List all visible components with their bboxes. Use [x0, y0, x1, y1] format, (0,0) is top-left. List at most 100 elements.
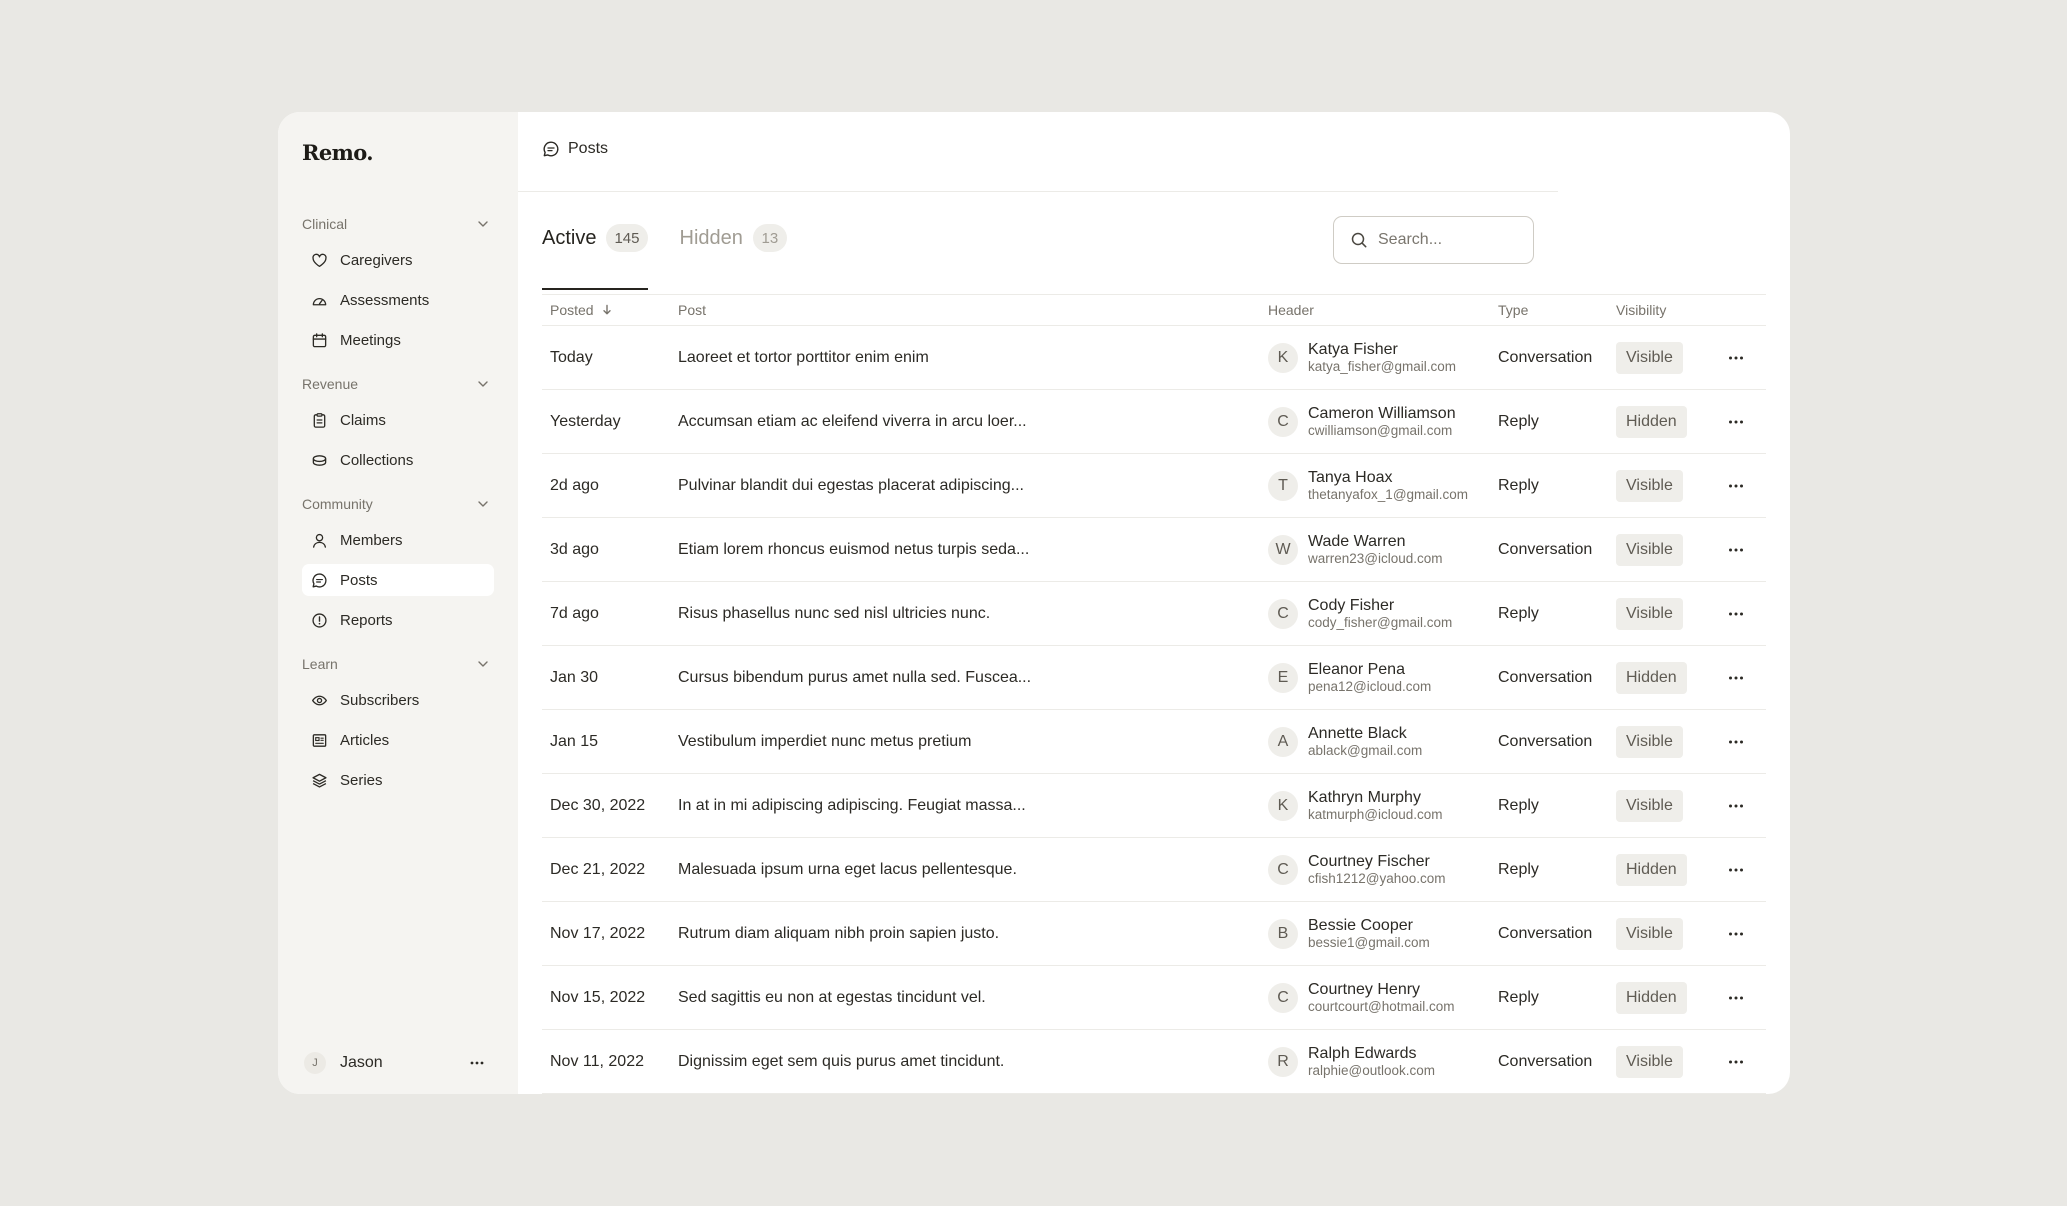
sidebar-item-collections[interactable]: Collections	[302, 444, 494, 476]
sidebar-item-articles[interactable]: Articles	[302, 724, 494, 756]
avatar: E	[1268, 662, 1298, 693]
posted-date: 7d ago	[550, 604, 599, 622]
post-excerpt[interactable]: In at in mi adipiscing adipiscing. Feugi…	[678, 797, 1268, 815]
more-horizontal-icon[interactable]	[1726, 924, 1746, 944]
table-row[interactable]: Jan 30 Cursus bibendum purus amet nulla …	[542, 646, 1766, 710]
visibility-badge[interactable]: Hidden	[1616, 661, 1687, 694]
author-info: Ralph Edwards ralphie@outlook.com	[1308, 1045, 1435, 1079]
sidebar-item-reports[interactable]: Reports	[302, 604, 494, 636]
avatar: K	[1268, 342, 1298, 373]
avatar: C	[1268, 406, 1298, 437]
visibility-badge[interactable]: Visible	[1616, 917, 1683, 950]
visibility-badge[interactable]: Visible	[1616, 789, 1683, 822]
visibility-badge[interactable]: Visible	[1616, 469, 1683, 502]
visibility-badge[interactable]: Visible	[1616, 1045, 1683, 1078]
post-type: Reply	[1498, 988, 1539, 1006]
visibility-badge[interactable]: Visible	[1616, 533, 1683, 566]
visibility-badge[interactable]: Visible	[1616, 597, 1683, 630]
sidebar-item-meetings[interactable]: Meetings	[302, 324, 494, 356]
visibility-cell: Visible	[1616, 341, 1706, 374]
post-excerpt[interactable]: Malesuada ipsum urna eget lacus pellente…	[678, 861, 1268, 879]
post-excerpt[interactable]: Etiam lorem rhoncus euismod netus turpis…	[678, 541, 1268, 559]
author-name: Bessie Cooper	[1308, 916, 1413, 934]
table-row[interactable]: Nov 15, 2022 Sed sagittis eu non at eges…	[542, 966, 1766, 1030]
header-divider	[518, 191, 1558, 192]
posted-date: Nov 17, 2022	[550, 924, 646, 942]
author-cell: T Tanya Hoax thetanyafox_1@gmail.com	[1268, 469, 1498, 503]
chevron-down-icon	[478, 661, 488, 667]
visibility-badge[interactable]: Visible	[1616, 725, 1683, 758]
author-name: Katya Fisher	[1308, 340, 1398, 358]
table-row[interactable]: 2d ago Pulvinar blandit dui egestas plac…	[542, 454, 1766, 518]
visibility-badge[interactable]: Visible	[1616, 341, 1683, 374]
post-excerpt[interactable]: Rutrum diam aliquam nibh proin sapien ju…	[678, 925, 1268, 943]
more-horizontal-icon[interactable]	[1726, 604, 1746, 624]
table-row[interactable]: 7d ago Risus phasellus nunc sed nisl ult…	[542, 582, 1766, 646]
post-excerpt[interactable]: Risus phasellus nunc sed nisl ultricies …	[678, 605, 1268, 623]
app-logo[interactable]: Remo.	[302, 140, 374, 165]
tab-hidden[interactable]: Hidden 13	[680, 216, 787, 260]
post-excerpt[interactable]: Dignissim eget sem quis purus amet tinci…	[678, 1053, 1268, 1071]
sidebar-item-claims[interactable]: Claims	[302, 404, 494, 436]
sidebar-item-label: Series	[340, 771, 383, 789]
more-horizontal-icon[interactable]	[1726, 732, 1746, 752]
author-info: Kathryn Murphy katmurph@icloud.com	[1308, 789, 1443, 823]
table-row[interactable]: Today Laoreet et tortor porttitor enim e…	[542, 326, 1766, 390]
user-menu[interactable]: J Jason	[304, 1050, 496, 1076]
sidebar-item-assessments[interactable]: Assessments	[302, 284, 494, 316]
chevron-down-icon	[478, 501, 488, 507]
nav-group-header-community[interactable]: Community	[302, 492, 494, 516]
more-horizontal-icon[interactable]	[1726, 988, 1746, 1008]
user-name: Jason	[340, 1054, 383, 1071]
more-horizontal-icon[interactable]	[1726, 476, 1746, 496]
row-actions	[1706, 732, 1766, 752]
tab-active[interactable]: Active 145	[542, 216, 648, 290]
sidebar-item-posts[interactable]: Posts	[302, 564, 494, 596]
more-horizontal-icon[interactable]	[1726, 540, 1746, 560]
tab-bar: Active 145 Hidden 13	[542, 216, 787, 290]
visibility-cell: Hidden	[1616, 981, 1706, 1014]
table-row[interactable]: 3d ago Etiam lorem rhoncus euismod netus…	[542, 518, 1766, 582]
row-actions	[1706, 860, 1766, 880]
more-horizontal-icon[interactable]	[1726, 796, 1746, 816]
nav-group-label: Learn	[302, 656, 338, 672]
more-horizontal-icon[interactable]	[1726, 860, 1746, 880]
table-row[interactable]: Dec 21, 2022 Malesuada ipsum urna eget l…	[542, 838, 1766, 902]
sidebar-item-subscribers[interactable]: Subscribers	[302, 684, 494, 716]
post-excerpt[interactable]: Sed sagittis eu non at egestas tincidunt…	[678, 989, 1268, 1007]
table-row[interactable]: Jan 15 Vestibulum imperdiet nunc metus p…	[542, 710, 1766, 774]
table-row[interactable]: Nov 17, 2022 Rutrum diam aliquam nibh pr…	[542, 902, 1766, 966]
nav-group-header-learn[interactable]: Learn	[302, 652, 494, 676]
visibility-badge[interactable]: Hidden	[1616, 981, 1687, 1014]
more-horizontal-icon[interactable]	[468, 1054, 486, 1072]
sidebar-item-label: Assessments	[340, 291, 430, 309]
table-row[interactable]: Nov 11, 2022 Dignissim eget sem quis pur…	[542, 1030, 1766, 1094]
search-input[interactable]	[1378, 231, 1508, 249]
more-horizontal-icon[interactable]	[1726, 348, 1746, 368]
sidebar-item-series[interactable]: Series	[302, 764, 494, 796]
row-actions	[1706, 604, 1766, 624]
sidebar-item-members[interactable]: Members	[302, 524, 494, 556]
author-name: Courtney Fischer	[1308, 852, 1430, 870]
author-info: Annette Black ablack@gmail.com	[1308, 725, 1422, 759]
app-window: Remo. Clinical Caregivers Assessments Me…	[278, 112, 1790, 1094]
nav-group-header-revenue[interactable]: Revenue	[302, 372, 494, 396]
more-horizontal-icon[interactable]	[1726, 1052, 1746, 1072]
visibility-badge[interactable]: Hidden	[1616, 853, 1687, 886]
post-excerpt[interactable]: Laoreet et tortor porttitor enim enim	[678, 349, 1268, 367]
sidebar-item-caregivers[interactable]: Caregivers	[302, 244, 494, 276]
more-horizontal-icon[interactable]	[1726, 412, 1746, 432]
visibility-badge[interactable]: Hidden	[1616, 405, 1687, 438]
column-header-posted[interactable]: Posted	[542, 302, 678, 318]
table-row[interactable]: Yesterday Accumsan etiam ac eleifend viv…	[542, 390, 1766, 454]
author-info: Tanya Hoax thetanyafox_1@gmail.com	[1308, 469, 1468, 503]
post-excerpt[interactable]: Accumsan etiam ac eleifend viverra in ar…	[678, 413, 1268, 431]
post-excerpt[interactable]: Pulvinar blandit dui egestas placerat ad…	[678, 477, 1268, 495]
nav-group-header-clinical[interactable]: Clinical	[302, 212, 494, 236]
author-email: pena12@icloud.com	[1308, 678, 1432, 694]
post-excerpt[interactable]: Cursus bibendum purus amet nulla sed. Fu…	[678, 669, 1268, 687]
table-row[interactable]: Dec 30, 2022 In at in mi adipiscing adip…	[542, 774, 1766, 838]
nav-group-clinical: Clinical Caregivers Assessments Meetings	[302, 212, 494, 356]
post-excerpt[interactable]: Vestibulum imperdiet nunc metus pretium	[678, 733, 1268, 751]
more-horizontal-icon[interactable]	[1726, 668, 1746, 688]
